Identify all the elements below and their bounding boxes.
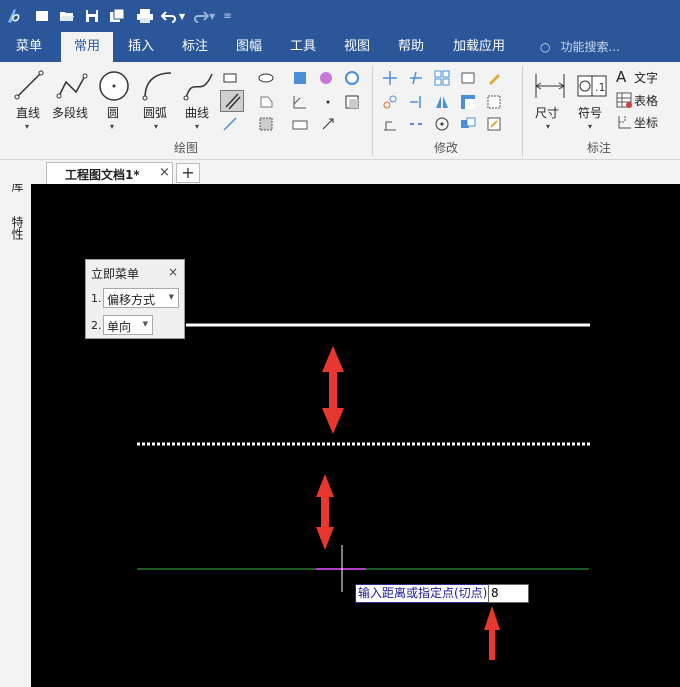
immediate-menu-title: 立即菜单	[91, 267, 140, 281]
option-number: 1.	[91, 292, 102, 305]
offset-mode-dropdown[interactable]: 偏移方式 ▼	[103, 288, 179, 308]
direction-dropdown[interactable]: 单向 ▼	[103, 315, 153, 335]
chevron-down-icon: ▼	[142, 320, 148, 328]
canvas-overlay	[137, 323, 590, 660]
double-arrow-icon	[316, 474, 334, 550]
option-number: 2.	[91, 319, 102, 332]
immediate-menu: 立即菜单 × 1. 偏移方式 ▼ 2. 单向 ▼	[85, 259, 185, 339]
command-prompt: 输入距离或指定点(切点)	[355, 584, 491, 603]
up-arrow-icon	[484, 606, 500, 660]
chevron-down-icon: ▼	[168, 293, 174, 301]
double-arrow-icon	[322, 346, 344, 434]
close-icon[interactable]: ×	[168, 265, 178, 279]
distance-input[interactable]: 8	[488, 584, 529, 603]
offset-mode-value: 偏移方式	[107, 293, 156, 307]
direction-value: 单向	[107, 320, 132, 334]
